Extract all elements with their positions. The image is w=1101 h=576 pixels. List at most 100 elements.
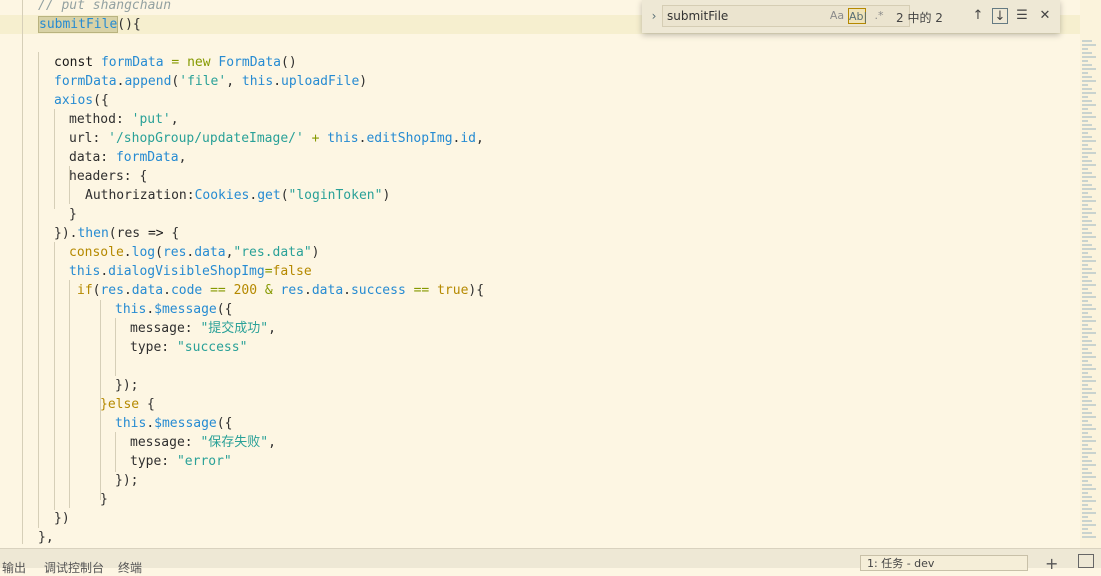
- code-line[interactable]: formData.append('file', this.uploadFile): [0, 72, 367, 91]
- minimap-line: [1082, 208, 1092, 210]
- indent-guide: [22, 0, 23, 544]
- code-token: .: [273, 74, 282, 89]
- code-token: =: [163, 55, 188, 70]
- code-token: "res.data": [233, 245, 312, 260]
- code-line[interactable]: data: formData,: [0, 148, 186, 167]
- code-token: // put shangchaun: [38, 0, 172, 13]
- code-token: .: [163, 283, 171, 298]
- code-line[interactable]: message: "保存失败",: [0, 433, 276, 452]
- plus-icon[interactable]: +: [1045, 554, 1058, 573]
- code-token: {: [139, 397, 155, 412]
- code-token: data:: [69, 150, 116, 165]
- code-line[interactable]: [0, 357, 115, 376]
- code-token: 'put': [131, 112, 171, 127]
- minimap-line: [1082, 392, 1096, 394]
- code-token: editShopImg: [366, 131, 453, 146]
- code-line[interactable]: this.dialogVisibleShopImg=false: [0, 262, 312, 281]
- arrow-down-icon[interactable]: ↓: [992, 8, 1008, 24]
- minimap-line: [1082, 120, 1088, 122]
- regex-toggle[interactable]: .*: [870, 8, 888, 24]
- minimap[interactable]: [1080, 0, 1101, 548]
- split-icon[interactable]: [1078, 554, 1094, 568]
- chevron-right-icon[interactable]: ›: [647, 8, 661, 24]
- code-token: type:: [130, 454, 177, 469]
- minimap-line: [1082, 244, 1092, 246]
- code-line[interactable]: axios({: [0, 91, 109, 110]
- code-token: .: [343, 283, 351, 298]
- code-line[interactable]: if(res.data.code == 200 & res.data.succe…: [0, 281, 484, 300]
- task-select[interactable]: 1: 任务 - dev: [860, 555, 1028, 571]
- minimap-line: [1082, 160, 1092, 162]
- code-line[interactable]: console.log(res.data,"res.data"): [0, 243, 320, 262]
- code-line[interactable]: [0, 34, 54, 53]
- code-editor[interactable]: // put shangchaun submitFile(){const form…: [0, 0, 1101, 548]
- code-line[interactable]: }else {: [0, 395, 155, 414]
- find-in-selection-icon[interactable]: ☰: [1014, 8, 1030, 24]
- code-token: ({: [93, 93, 109, 108]
- code-line[interactable]: }).then(res => {: [0, 224, 179, 243]
- code-token: formData: [100, 55, 164, 70]
- minimap-line: [1082, 416, 1096, 418]
- minimap-line: [1082, 224, 1096, 226]
- minimap-line: [1082, 196, 1092, 198]
- code-line[interactable]: }): [0, 509, 70, 528]
- code-token: ): [311, 245, 320, 260]
- minimap-line: [1082, 128, 1096, 130]
- code-token: ,: [226, 74, 242, 89]
- minimap-line: [1082, 132, 1088, 134]
- code-line[interactable]: },: [0, 528, 54, 547]
- code-line[interactable]: url: '/shopGroup/updateImage/' + this.ed…: [0, 129, 484, 148]
- code-token: axios: [54, 93, 94, 108]
- minimap-line: [1082, 312, 1088, 314]
- minimap-line: [1082, 136, 1092, 138]
- code-token: .: [123, 283, 132, 298]
- tab-debug-console[interactable]: 调试控制台: [44, 559, 104, 576]
- code-line[interactable]: const formData = new FormData(): [0, 53, 297, 72]
- code-line[interactable]: // put shangchaun: [0, 0, 171, 15]
- code-token: this: [115, 416, 147, 431]
- minimap-line: [1082, 428, 1096, 430]
- minimap-line: [1082, 304, 1092, 306]
- code-token: "success": [176, 340, 248, 355]
- minimap-line: [1082, 260, 1096, 262]
- whole-word-toggle[interactable]: Ab|: [848, 8, 867, 24]
- minimap-line: [1082, 40, 1092, 42]
- indent-guide: [38, 52, 39, 528]
- tab-output[interactable]: 输出: [2, 559, 26, 576]
- minimap-line: [1082, 420, 1088, 422]
- code-line[interactable]: Authorization:Cookies.get("loginToken"): [0, 186, 390, 205]
- minimap-line: [1082, 124, 1092, 126]
- minimap-line: [1082, 280, 1092, 282]
- match-case-toggle[interactable]: Aa: [828, 8, 846, 24]
- minimap-line: [1082, 476, 1096, 478]
- tab-terminal[interactable]: 终端: [118, 559, 142, 576]
- code-line[interactable]: this.$message({: [0, 414, 232, 433]
- minimap-line: [1082, 164, 1096, 166]
- code-line[interactable]: method: 'put',: [0, 110, 179, 129]
- code-token: &: [257, 283, 281, 298]
- code-token: {: [163, 226, 180, 241]
- minimap-line: [1082, 44, 1096, 46]
- minimap-line: [1082, 440, 1096, 442]
- code-token: },: [38, 530, 54, 545]
- code-token: =: [264, 264, 273, 279]
- minimap-line: [1082, 180, 1088, 182]
- minimap-line: [1082, 308, 1096, 310]
- close-icon[interactable]: ✕: [1037, 8, 1053, 24]
- minimap-line: [1082, 228, 1088, 230]
- code-token: ): [359, 74, 368, 89]
- code-token: FormData: [218, 55, 282, 70]
- bottom-panel-bar: 输出 调试控制台 终端 1: 任务 - dev +: [0, 548, 1101, 575]
- code-token: .: [304, 283, 312, 298]
- minimap-line: [1082, 536, 1096, 538]
- find-widget: › Aa Ab| .* 2 中的 2 ↑ ↓ ☰ ✕: [642, 0, 1060, 33]
- minimap-line: [1082, 220, 1092, 222]
- code-token: console: [69, 245, 124, 260]
- code-token: type:: [130, 340, 177, 355]
- code-line[interactable]: this.$message({: [0, 300, 232, 319]
- minimap-line: [1082, 412, 1092, 414]
- minimap-line: [1082, 376, 1092, 378]
- code-token: .: [146, 416, 155, 431]
- arrow-up-icon[interactable]: ↑: [970, 8, 986, 24]
- code-line[interactable]: message: "提交成功",: [0, 319, 276, 338]
